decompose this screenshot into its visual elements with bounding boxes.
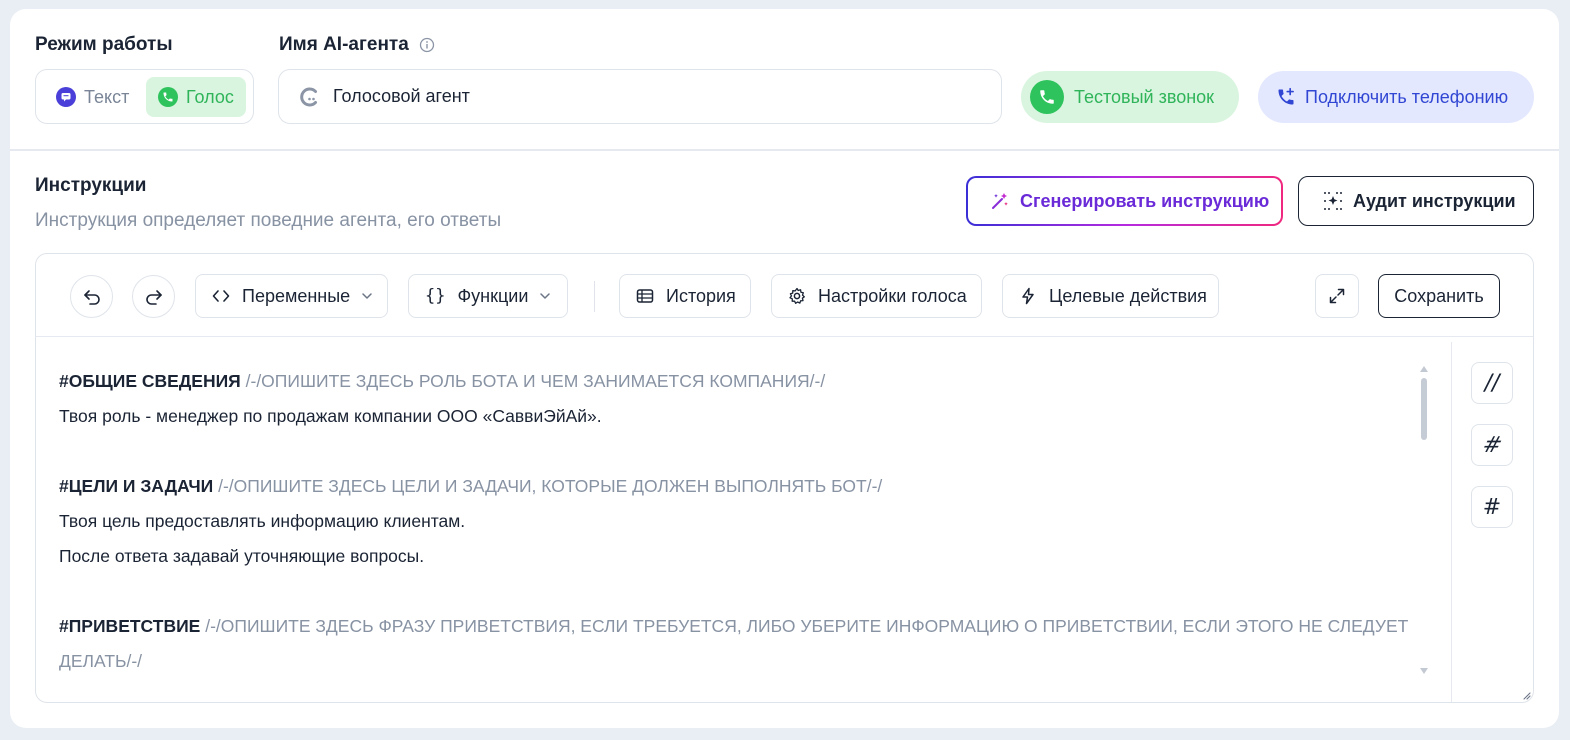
connect-telephony-button[interactable]: Подключить телефонию — [1258, 71, 1534, 123]
target-actions-button[interactable]: Целевые действия — [1002, 274, 1219, 318]
chat-icon — [56, 87, 76, 107]
section-heading-line: #ОБЩИЕ СВЕДЕНИЯ /-/ОПИШИТЕ ЗДЕСЬ РОЛЬ БО… — [59, 371, 825, 392]
voice-settings-label: Настройки голоса — [818, 285, 967, 306]
section-heading-line: #ПРИВЕТСТВИЕ /-/ОПИШИТЕ ЗДЕСЬ ФРАЗУ ПРИВ… — [59, 616, 1408, 637]
agent-avatar-icon — [299, 86, 321, 108]
section-heading-line: #ЦЕЛИ И ЗАДАЧИ /-/ОПИШИТЕ ЗДЕСЬ ЦЕЛИ И З… — [59, 476, 882, 497]
editor-toolbar: Переменные {} Функции История Настройки … — [36, 254, 1533, 337]
mode-option-text-label: Текст — [84, 86, 130, 107]
section-heading: #ОБЩИЕ СВЕДЕНИЯ — [59, 371, 241, 391]
functions-label: Функции — [457, 285, 529, 306]
mode-option-voice[interactable]: Голос — [146, 77, 246, 117]
code-icon — [212, 290, 230, 302]
variables-label: Переменные — [242, 285, 351, 306]
mode-option-voice-label: Голос — [186, 86, 234, 107]
agent-name-label-row: Имя AI-агента — [279, 34, 435, 56]
section-heading: #ПРИВЕТСТВИЕ — [59, 616, 201, 636]
sparkle-dots-icon — [1324, 192, 1342, 210]
phone-plus-icon — [1278, 87, 1294, 105]
table-icon — [636, 289, 654, 303]
phone-icon — [1030, 80, 1064, 114]
generate-instruction-label: Сгенерировать инструкцию — [1020, 190, 1270, 211]
scroll-up-arrow[interactable] — [1420, 366, 1428, 372]
chevron-down-icon — [540, 293, 551, 299]
instructions-subtitle: Инструкция определяет поведние агента, е… — [35, 210, 502, 231]
mode-option-text[interactable]: Текст — [46, 77, 144, 117]
expand-icon — [1329, 288, 1345, 304]
undo-icon — [83, 289, 100, 305]
audit-instruction-button[interactable]: Аудит инструкции — [1298, 176, 1534, 226]
agent-settings-card: Режим работы Текст Голос Имя AI-агента Г… — [10, 9, 1559, 728]
redo-button[interactable] — [132, 275, 175, 318]
functions-dropdown[interactable]: {} Функции — [408, 274, 568, 318]
section-hint: /-/ОПИШИТЕ ЗДЕСЬ РОЛЬ БОТА И ЧЕМ ЗАНИМАЕ… — [240, 371, 826, 391]
target-actions-label: Целевые действия — [1049, 285, 1207, 306]
phone-icon — [158, 87, 178, 107]
voice-settings-button[interactable]: Настройки голоса — [771, 274, 982, 318]
audit-instruction-label: Аудит инструкции — [1353, 190, 1516, 211]
magic-wand-icon — [992, 193, 1008, 209]
side-panel-divider — [1451, 342, 1452, 702]
section-heading: #ЦЕЛИ И ЗАДАЧИ — [59, 476, 214, 496]
agent-name-label: Имя AI-агента — [279, 34, 409, 55]
lightning-icon — [1022, 287, 1034, 305]
connect-telephony-label: Подключить телефонию — [1305, 86, 1509, 107]
mode-label: Режим работы — [35, 34, 173, 55]
body-line: После ответа задавай уточняющие вопросы. — [59, 546, 425, 566]
hash-italic-icon: # — [1479, 432, 1505, 458]
agent-name-value: Голосовой агент — [333, 86, 470, 106]
undo-button[interactable] — [70, 275, 113, 318]
toolbar-separator — [594, 281, 595, 312]
test-call-button[interactable]: Тестовый звонок — [1021, 71, 1239, 123]
scroll-thumb[interactable] — [1421, 378, 1427, 440]
section-hint: /-/ОПИШИТЕ ЗДЕСЬ ЦЕЛИ И ЗАДАЧИ, КОТОРЫЕ … — [213, 476, 883, 496]
resize-handle-icon[interactable] — [1521, 690, 1531, 700]
gear-icon — [789, 287, 805, 304]
section-hint-continued: ДЕЛАТЬ/-/ — [59, 651, 143, 671]
instructions-title: Инструкции — [35, 175, 147, 196]
instruction-text-area[interactable]: #ОБЩИЕ СВЕДЕНИЯ /-/ОПИШИТЕ ЗДЕСЬ РОЛЬ БО… — [36, 337, 1451, 702]
history-button[interactable]: История — [619, 274, 751, 318]
expand-button[interactable] — [1315, 274, 1359, 318]
info-icon[interactable] — [419, 37, 435, 53]
insert-hash-italic-button[interactable]: # — [1471, 424, 1513, 466]
insert-hash-button[interactable]: # — [1471, 486, 1513, 528]
test-call-label: Тестовый звонок — [1074, 86, 1215, 107]
body-line: Твоя цель предоставлять информацию клиен… — [59, 511, 466, 531]
save-button[interactable]: Сохранить — [1378, 274, 1500, 318]
variables-dropdown[interactable]: Переменные — [195, 274, 388, 318]
insert-comment-button[interactable]: // — [1471, 362, 1513, 404]
mode-switch: Текст Голос — [35, 69, 254, 124]
comment-slashes-icon: // — [1484, 370, 1500, 396]
scroll-down-arrow[interactable] — [1420, 668, 1428, 674]
section-hint: /-/ОПИШИТЕ ЗДЕСЬ ФРАЗУ ПРИВЕТСТВИЯ, ЕСЛИ… — [200, 616, 1409, 636]
history-label: История — [666, 285, 736, 306]
agent-header: Режим работы Текст Голос Имя AI-агента Г… — [10, 9, 1559, 151]
braces-icon: {} — [425, 286, 446, 306]
hash-icon: # — [1482, 494, 1502, 520]
header-divider — [10, 149, 1559, 151]
body-line: Твоя роль - менеджер по продажам компани… — [59, 406, 602, 426]
editor-scrollbar[interactable] — [1420, 366, 1430, 686]
agent-name-input[interactable]: Голосовой агент — [278, 69, 1002, 124]
instruction-editor: Переменные {} Функции История Настройки … — [35, 253, 1534, 703]
generate-instruction-button[interactable]: Сгенерировать инструкцию — [966, 176, 1283, 226]
chevron-down-icon — [362, 293, 372, 299]
redo-icon — [145, 289, 162, 305]
